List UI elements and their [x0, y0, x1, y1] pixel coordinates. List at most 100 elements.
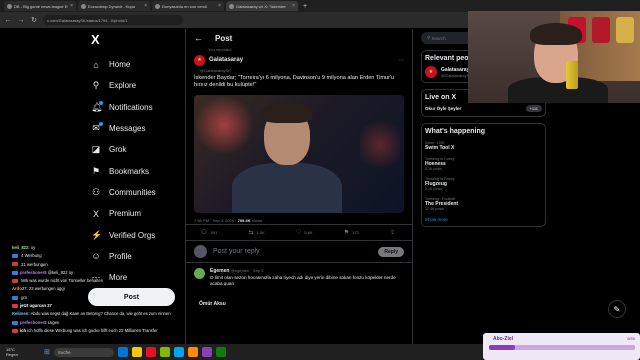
tab-close-icon[interactable]: × — [144, 3, 147, 9]
nav-item-label: Explore — [109, 81, 137, 91]
tab-close-icon[interactable]: × — [70, 3, 73, 9]
tab-title: DB - Big game news league ESE — [14, 3, 69, 9]
chat-badge-icon — [12, 295, 18, 300]
x-logo[interactable]: X — [91, 32, 188, 47]
taskbar-app-icon[interactable] — [117, 347, 128, 357]
comment-author[interactable]: Ömür Aksu — [199, 301, 226, 307]
start-icon[interactable]: ⊞ — [44, 348, 50, 356]
show-more-link[interactable]: Show more — [425, 217, 542, 222]
browser-tab[interactable]: Dunyaca'da en son vendi × — [152, 1, 224, 11]
trend-item[interactable]: Trending · Football The President 12.4K po… — [425, 197, 542, 211]
weather-widget[interactable]: 15°C Regen — [6, 347, 40, 357]
like-icon: ♡ — [295, 230, 302, 236]
nav-item-messages[interactable]: ✉ Messages — [78, 118, 188, 139]
author-name[interactable]: Galatasaray — [209, 57, 243, 63]
browser-tab[interactable]: DB - Big game news league ESE × — [4, 1, 76, 11]
chat-message: keli_822: oy — [12, 244, 172, 252]
chat-username[interactable]: prefesboner8 — [20, 320, 47, 325]
compose-icon[interactable]: ✎ — [608, 300, 626, 318]
reply-icon: 💬︎ — [200, 230, 208, 236]
comment[interactable]: Egemen @egemen · Sep 3 O limit olan sezo… — [186, 263, 412, 287]
share-button[interactable]: ⇪ — [390, 229, 398, 236]
bookmark-icon: ⚑ — [91, 166, 101, 177]
chat-message: 4 Werbung — [12, 252, 172, 260]
nav-item-premium[interactable]: X Premium — [78, 203, 188, 224]
browser-tab[interactable]: Eczacıbaşı Dynavit - Kupa × — [78, 1, 150, 11]
bookmark-button[interactable]: ⚑ 173 — [344, 229, 359, 236]
nav-item-home[interactable]: ⌂ Home — [78, 54, 188, 75]
like-button[interactable]: ♡ 5.6K — [296, 229, 313, 236]
taskbar-app-icon[interactable] — [159, 347, 170, 357]
tab-title: Galatasaray on X: "İskender — [236, 3, 286, 9]
nav-item-explore[interactable]: ⚲ Explore — [78, 75, 188, 96]
url-input[interactable]: x.com/GalatasaraySK/status/1794...0/phot… — [43, 15, 183, 25]
trend-item[interactable]: Swim · LIVE Swim Tool X — [425, 141, 542, 151]
chat-username[interactable]: jetzt ugurcan 27 — [20, 303, 52, 308]
taskbar-app-icon[interactable] — [131, 347, 142, 357]
taskbar-app-icon[interactable] — [145, 347, 156, 357]
taskbar-search[interactable]: Suche — [53, 347, 114, 357]
taskbar-app-icon[interactable] — [173, 347, 184, 357]
tab-close-icon[interactable]: × — [292, 3, 295, 9]
back-icon[interactable]: ← — [4, 17, 12, 24]
chat-username[interactable]: prefesboner8 — [20, 270, 47, 275]
tab-close-icon[interactable]: × — [218, 3, 221, 9]
reply-button[interactable]: 💬︎ 591 — [200, 229, 217, 236]
taskbar-app-icon[interactable] — [187, 347, 198, 357]
action-count: 1.3K — [256, 230, 265, 235]
nav-item-notifications[interactable]: 🔔︎ Notifications — [78, 97, 188, 118]
author-avatar[interactable]: ★ — [194, 54, 205, 66]
image-person-hair — [262, 103, 312, 123]
premium-icon: X — [91, 209, 101, 219]
chat-username[interactable]: keli_822: — [12, 245, 30, 250]
live-space[interactable]: Okur Öyle Şeyler +111 — [425, 105, 542, 112]
chat-username[interactable]: ich — [20, 328, 26, 333]
my-avatar — [194, 245, 207, 258]
relevant-avatar[interactable]: ★ — [425, 66, 437, 78]
chat-username[interactable]: Kelimen: — [12, 311, 30, 316]
nav-item-label: Bookmarks — [109, 166, 150, 176]
back-arrow-icon[interactable]: ← — [194, 33, 203, 43]
repost-button[interactable]: ⇆ 1.3K — [248, 229, 264, 236]
tweet-timestamp[interactable]: 7:56 PM · Sep 3, 2025 · — [194, 218, 238, 223]
chat-text: 4 Werbung — [21, 253, 42, 259]
communities-icon-glyph: ⚇ — [91, 186, 101, 197]
nav-item-verified-orgs[interactable]: ⚡ Verified Orgs — [78, 224, 188, 245]
new-tab-button[interactable]: + — [300, 3, 310, 10]
comment[interactable]: Ömür Aksu — [186, 287, 412, 307]
tweet-actions: 💬︎ 591 ⇆ 1.3K ♡ 5.6K ⚑ 173 ⇪ — [186, 225, 412, 241]
live-listener-count: +111 — [525, 105, 542, 112]
taskbar-app-icon[interactable] — [201, 347, 212, 357]
nav-item-label: Home — [109, 60, 131, 70]
notification-dot — [99, 122, 103, 127]
more-options-icon[interactable]: ⋯ — [398, 57, 404, 64]
chat-username[interactable]: Ardo37: — [12, 286, 28, 291]
forward-icon[interactable]: → — [17, 17, 25, 24]
tab-title: Eczacıbaşı Dynavit - Kupa — [88, 3, 135, 9]
chat-text: 21 werbungen — [21, 261, 48, 267]
comment-avatar[interactable] — [194, 268, 205, 279]
comment-author[interactable]: Egemen — [210, 268, 229, 274]
reply-input[interactable]: Post your reply — [213, 248, 372, 255]
reload-icon[interactable]: ↻ — [30, 16, 38, 24]
comment-handle: @egemen · Sep 3 — [230, 268, 264, 273]
nav-item-bookmarks[interactable]: ⚑ Bookmarks — [78, 160, 188, 181]
whats-happening-card: What's happening Swim · LIVE Swim Tool X T… — [421, 123, 546, 227]
webcam-overlay — [468, 11, 640, 103]
taskbar-search-label: Suche — [57, 349, 71, 355]
nav-item-grok[interactable]: ◪ Grok — [78, 139, 188, 160]
nav-item-communities[interactable]: ⚇ Communities — [78, 182, 188, 203]
subscriber-goal-overlay: Abo-Ziel 9/50 — [483, 333, 640, 360]
trend-item[interactable]: Trending in Turkey Flugzeug 3.1K posts — [425, 177, 542, 191]
reply-button[interactable]: Reply — [378, 246, 404, 257]
chat-text: gm — [21, 294, 27, 300]
webcam-drink-can — [566, 61, 578, 89]
nav-item-label: Verified Orgs — [109, 230, 156, 240]
tweet-image[interactable] — [194, 95, 404, 213]
browser-tab[interactable]: Galatasaray on X: "İskender × — [226, 1, 298, 11]
comment-text: O limit olan sezon hocasınızla zaha riye… — [210, 275, 396, 286]
taskbar-app-icon[interactable] — [215, 347, 226, 357]
search-icon-glyph: ⚲ — [92, 80, 100, 91]
main-column: ← Post You reposted ★ Galatasaray ⋯ @Gal… — [185, 29, 413, 360]
trend-item[interactable]: Trending in Turkey Hoeness 4.1K posts — [425, 157, 542, 171]
